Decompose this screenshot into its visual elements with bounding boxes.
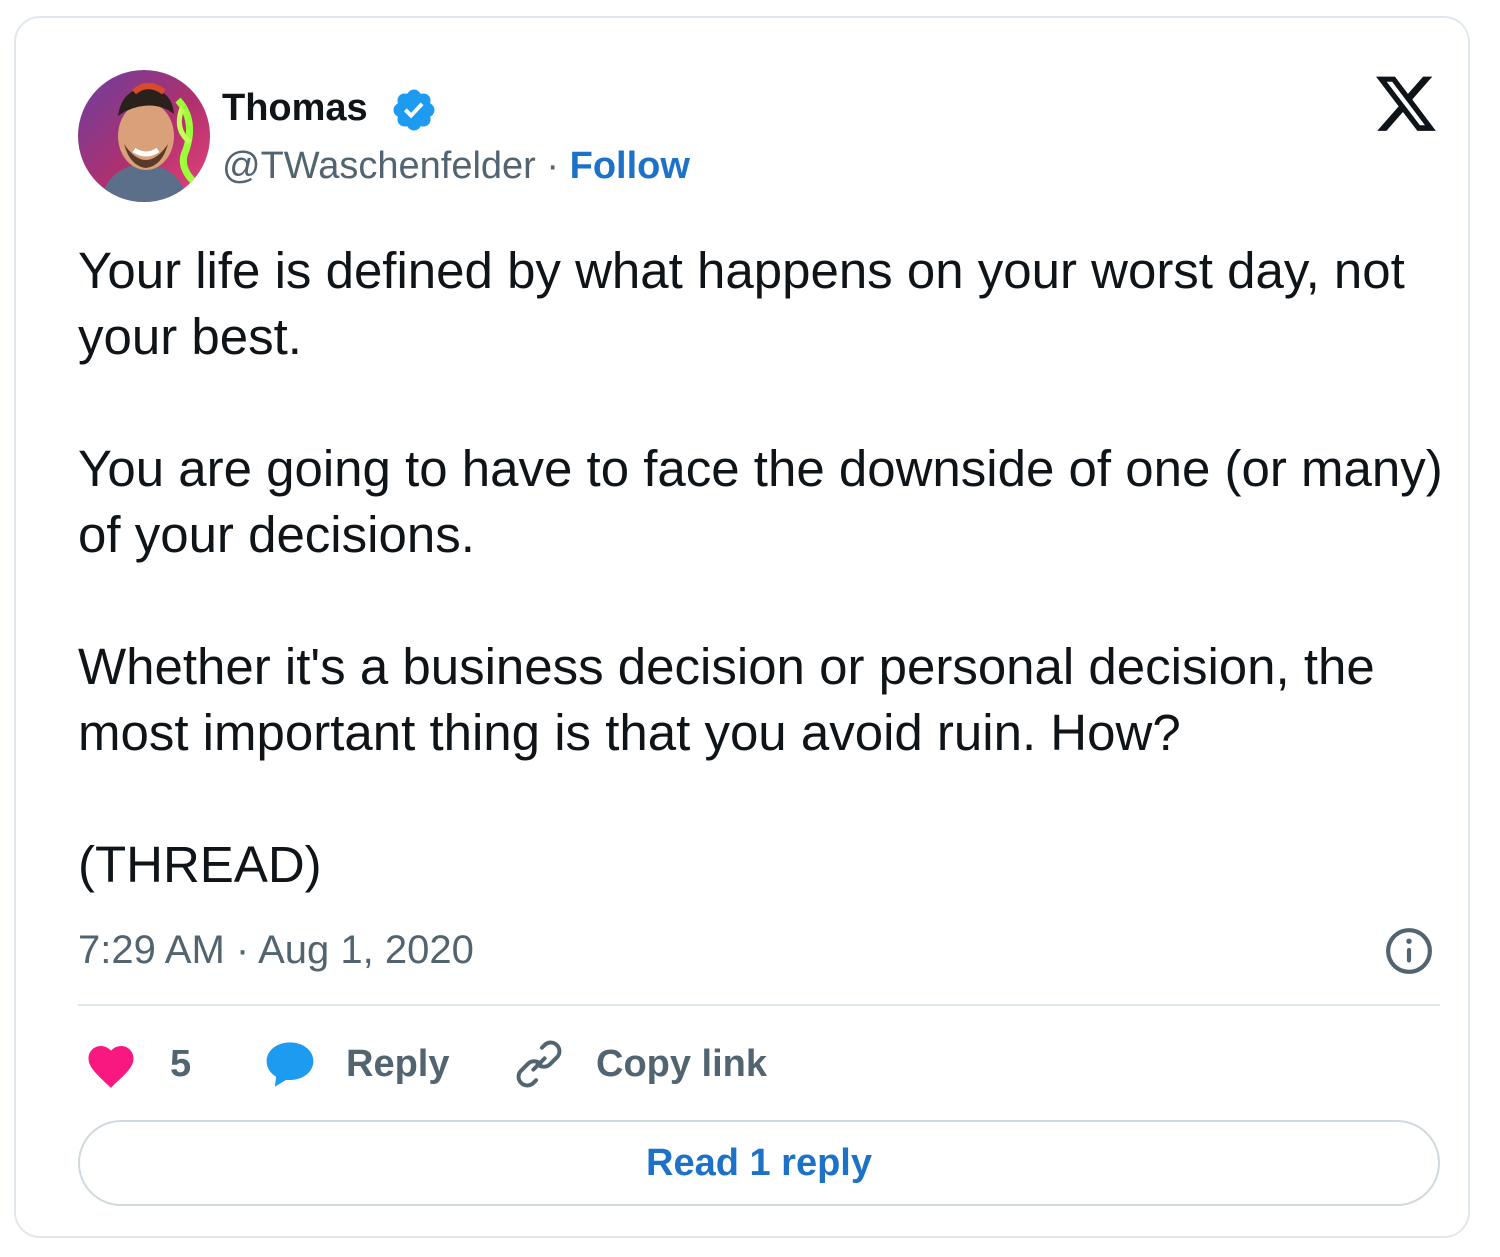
like-button[interactable]: 5 <box>84 1036 191 1092</box>
follow-button[interactable]: Follow <box>570 145 690 187</box>
tweet-paragraph: (THREAD) <box>78 836 322 893</box>
tweet-timestamp[interactable]: 7:29 AM · Aug 1, 2020 <box>78 926 474 974</box>
divider <box>78 1004 1440 1006</box>
link-icon <box>516 1040 562 1088</box>
author-handle[interactable]: @TWaschenfelder <box>222 145 536 187</box>
speech-bubble-icon <box>266 1042 314 1087</box>
info-icon[interactable] <box>1384 926 1434 976</box>
tweet-paragraph: Your life is defined by what happens on … <box>78 242 1405 365</box>
tweet-paragraph: Whether it's a business decision or pers… <box>78 638 1375 761</box>
tweet-text: Your life is defined by what happens on … <box>78 238 1458 898</box>
tweet-paragraph: You are going to have to face the downsi… <box>78 440 1443 563</box>
handle-separator: · <box>535 145 570 187</box>
reply-button[interactable]: Reply <box>264 1036 449 1092</box>
author-name[interactable]: Thomas <box>222 84 368 132</box>
read-replies-label: Read 1 reply <box>646 1141 872 1184</box>
tweet-card: Thomas @TWaschenfelder · Follow Your lif… <box>14 16 1470 1238</box>
avatar[interactable] <box>78 70 210 202</box>
copy-link-button[interactable]: Copy link <box>512 1036 767 1092</box>
like-count: 5 <box>170 1043 192 1085</box>
reply-label: Reply <box>346 1043 450 1085</box>
copy-link-label: Copy link <box>596 1043 768 1085</box>
x-logo-icon[interactable] <box>1376 76 1438 134</box>
handle-row: @TWaschenfelder · Follow <box>222 142 690 190</box>
read-replies-button[interactable]: Read 1 reply <box>78 1120 1440 1206</box>
avatar-image <box>78 70 210 202</box>
verified-badge-icon <box>393 89 435 131</box>
heart-icon <box>88 1046 134 1088</box>
